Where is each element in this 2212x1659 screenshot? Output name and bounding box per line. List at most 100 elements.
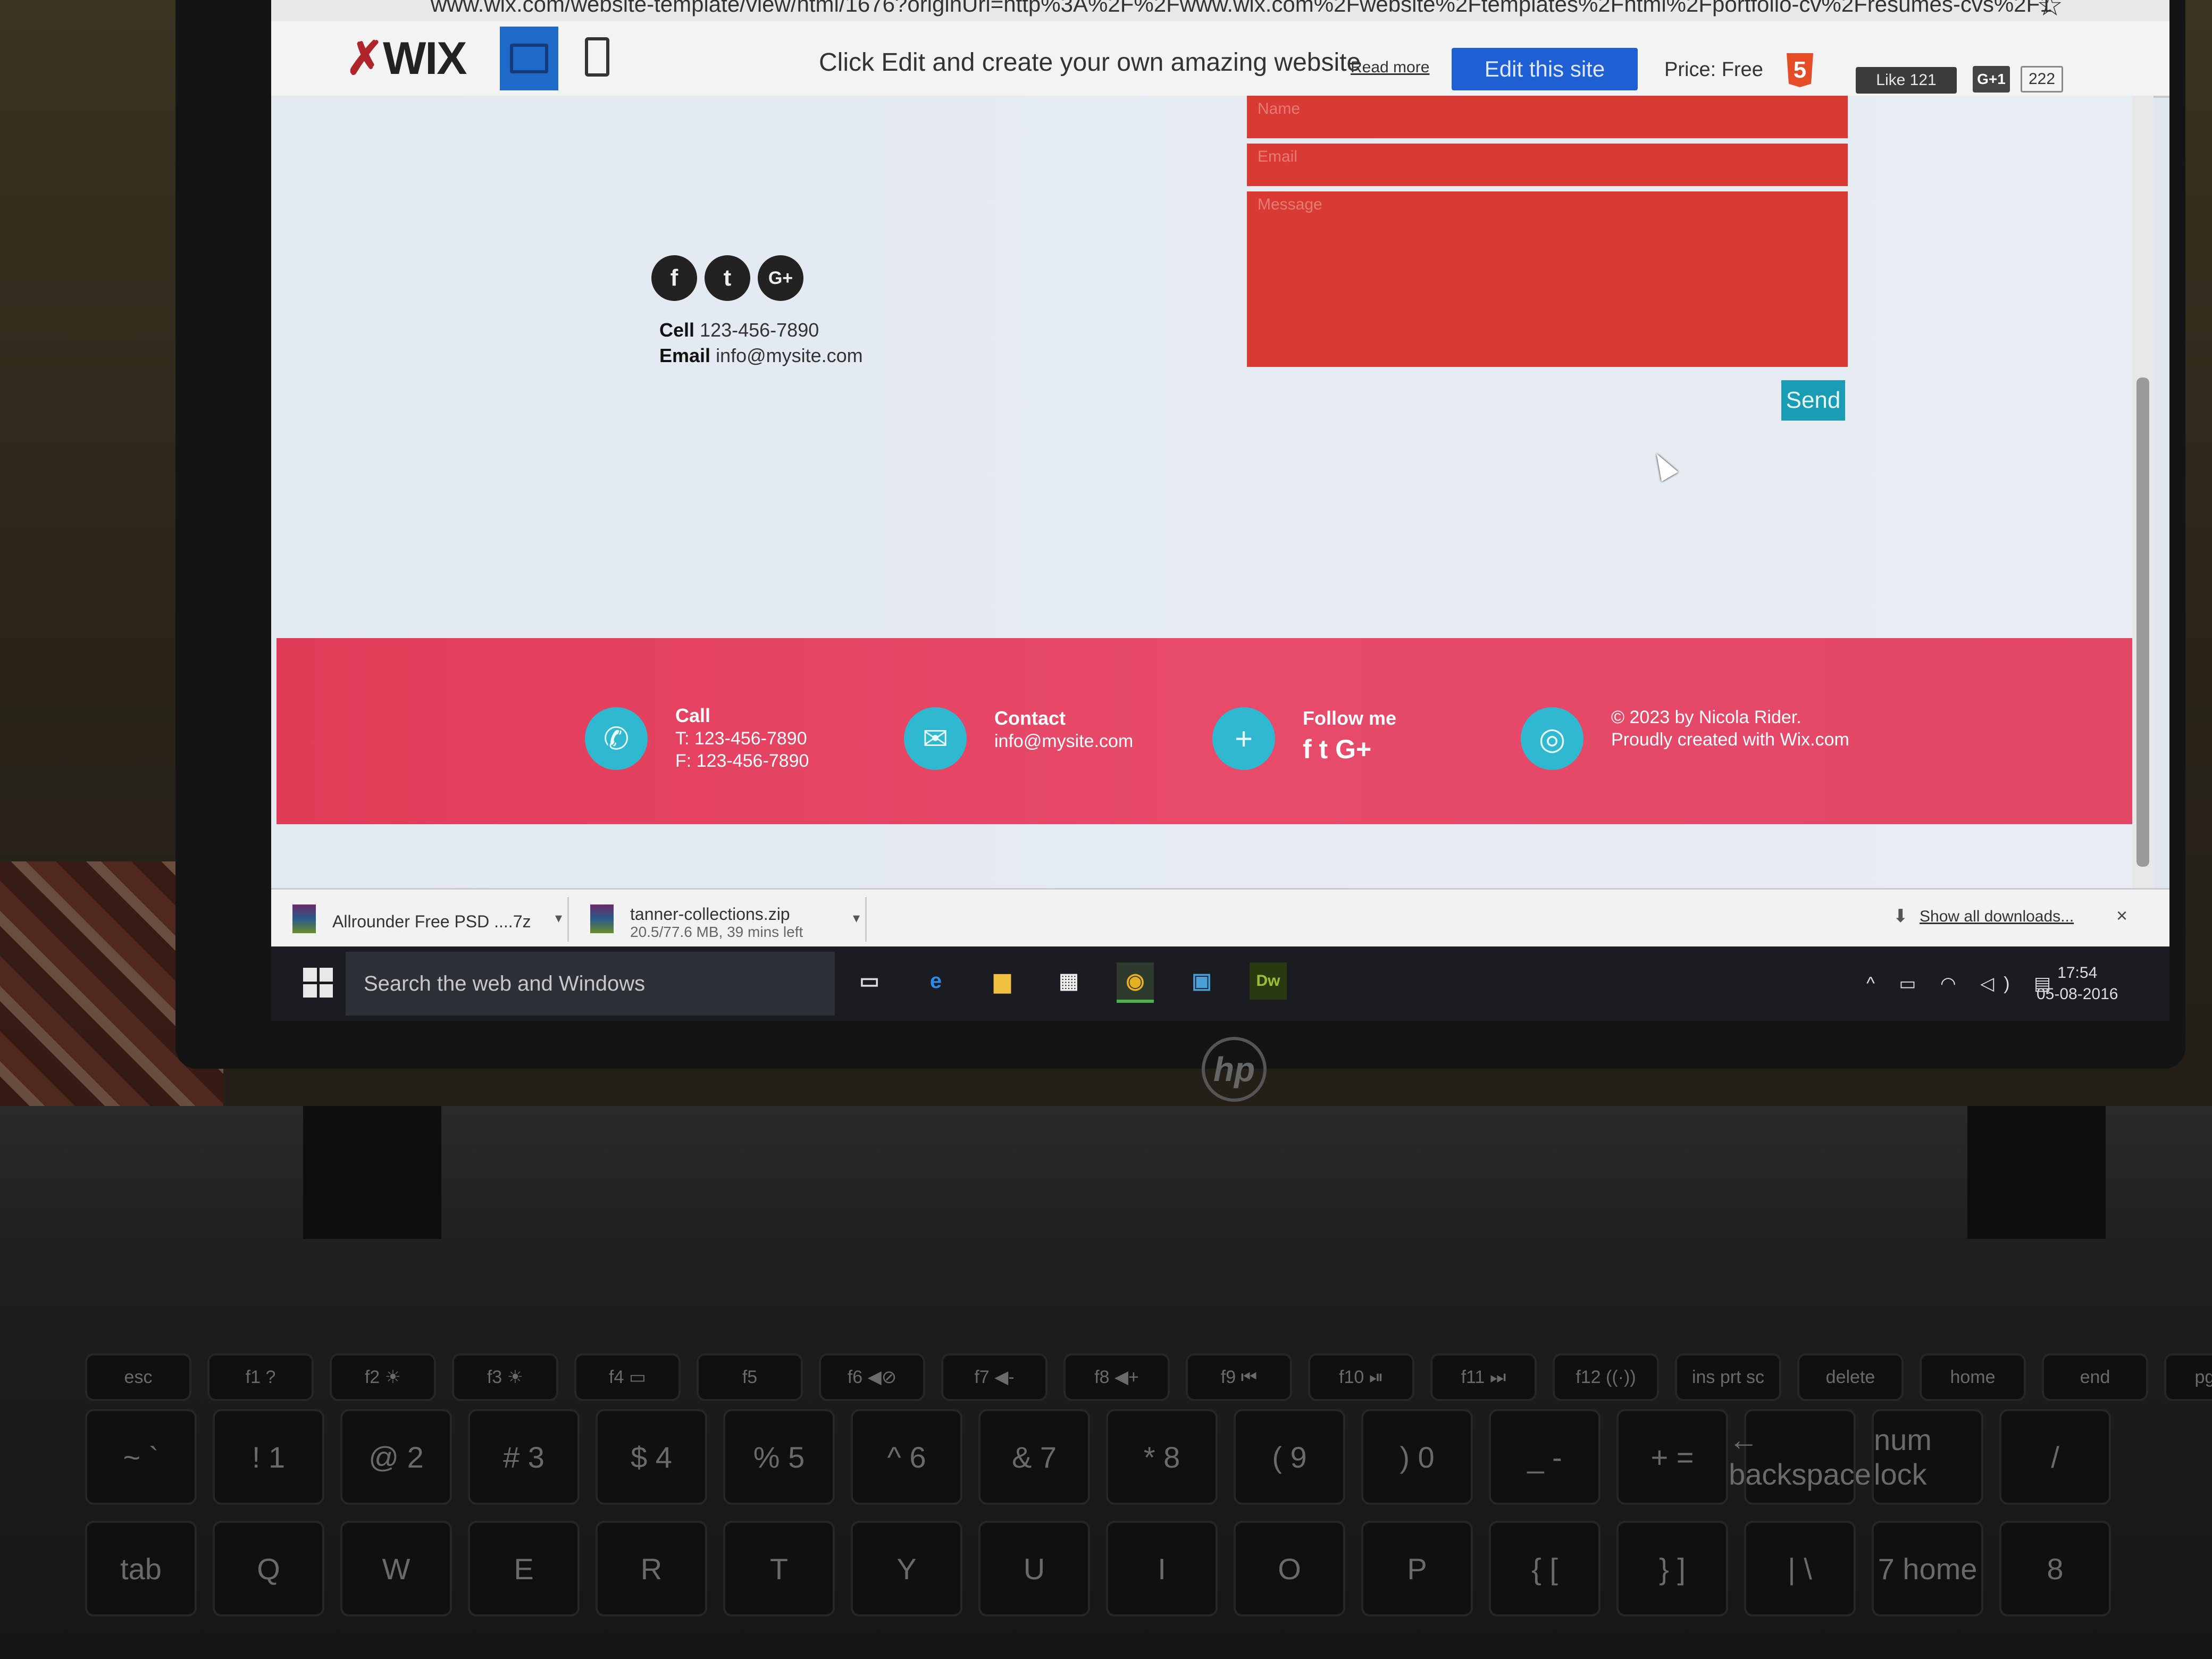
keyboard-key[interactable]: f12 ((·))	[1553, 1353, 1659, 1401]
contact-email[interactable]: info@mysite.com	[994, 731, 1133, 752]
keyboard-key[interactable]: { [	[1489, 1521, 1601, 1616]
chevron-down-icon[interactable]: ▾	[555, 910, 562, 926]
address-bar[interactable]: www.wix.com/website-template/view/html/1…	[271, 0, 2169, 21]
download-item[interactable]: Allrounder Free PSD ....7z ▾	[282, 897, 569, 942]
letter-key-row: tab Q W E R T Y U I O P{ [} ] | \ 7 home 8	[85, 1521, 2111, 1616]
keyboard-key[interactable]: num lock	[1872, 1409, 1983, 1505]
show-all-downloads-link[interactable]: Show all downloads...	[1920, 908, 2074, 926]
keyboard-key[interactable]: delete	[1797, 1353, 1904, 1401]
file-explorer-icon[interactable]: ▆	[984, 962, 1021, 1000]
facebook-icon[interactable]: f	[651, 255, 697, 301]
keyboard-key[interactable]: O	[1234, 1521, 1345, 1616]
keyboard-key[interactable]: f4 ▭	[574, 1353, 681, 1401]
keyboard-key[interactable]: ~ `	[85, 1409, 197, 1505]
keyboard-key[interactable]: W	[340, 1521, 452, 1616]
keyboard-key[interactable]: esc	[85, 1353, 191, 1401]
keyboard-key[interactable]: I	[1106, 1521, 1218, 1616]
contact-title: Contact	[994, 707, 1066, 729]
mobile-view-icon[interactable]	[585, 37, 609, 77]
keyboard-key[interactable]: f2 ☀	[330, 1353, 436, 1401]
keyboard-key[interactable]: tab	[85, 1521, 197, 1616]
phone-icon: ✆	[585, 707, 648, 770]
message-field[interactable]: Message	[1247, 191, 1848, 367]
download-item[interactable]: tanner-collections.zip 20.5/77.6 MB, 39 …	[580, 897, 867, 942]
dreamweaver-icon[interactable]: Dw	[1250, 962, 1287, 1000]
keyboard-key[interactable]: ( 9	[1234, 1409, 1345, 1505]
close-icon[interactable]: ×	[2116, 904, 2127, 927]
keyboard-key[interactable]: # 3	[468, 1409, 580, 1505]
keyboard-key[interactable]: f11 ⏭	[1430, 1353, 1537, 1401]
keyboard-key[interactable]: + =	[1616, 1409, 1728, 1505]
send-button[interactable]: Send	[1781, 380, 1845, 421]
keyboard-key[interactable]: | \	[1744, 1521, 1856, 1616]
keyboard-key[interactable]: f8 ◀+	[1063, 1353, 1170, 1401]
keyboard-key[interactable]: ← backspace	[1729, 1409, 1871, 1505]
windows-start-icon[interactable]	[303, 968, 333, 998]
keyboard-key[interactable]: f1 ?	[207, 1353, 314, 1401]
wix-message: Click Edit and create your own amazing w…	[819, 48, 1361, 77]
hp-logo: hp	[1202, 1037, 1267, 1102]
email-value[interactable]: info@mysite.com	[716, 345, 863, 366]
edit-site-button[interactable]: Edit this site	[1452, 48, 1638, 90]
keyboard-key[interactable]: end	[2042, 1353, 2148, 1401]
taskbar-clock[interactable]: 17:54 05-08-2016	[2037, 962, 2118, 1005]
keyboard-key[interactable]: % 5	[723, 1409, 835, 1505]
keyboard-key[interactable]: f3 ☀	[452, 1353, 558, 1401]
keyboard-key[interactable]: home	[1920, 1353, 2026, 1401]
keyboard-key[interactable]: ^ 6	[851, 1409, 962, 1505]
keyboard-key[interactable]: E	[468, 1521, 580, 1616]
twitter-icon[interactable]: t	[705, 255, 750, 301]
scrollbar-thumb[interactable]	[2136, 378, 2149, 867]
cell-line: Cell 123-456-7890	[659, 319, 819, 341]
keyboard-key[interactable]: @ 2	[340, 1409, 452, 1505]
keyboard-key[interactable]: f6 ◀⊘	[819, 1353, 925, 1401]
laptop-screen: www.wix.com/website-template/view/html/1…	[271, 0, 2169, 1021]
keyboard-key[interactable]: U	[978, 1521, 1090, 1616]
keyboard-key[interactable]: ) 0	[1361, 1409, 1473, 1505]
keyboard-key[interactable]: 8	[1999, 1521, 2111, 1616]
store-icon[interactable]: ▦	[1050, 962, 1087, 1000]
task-view-icon[interactable]: ▭	[851, 962, 888, 1000]
wix-logo[interactable]: ✗WIX	[346, 32, 467, 85]
keyboard-key[interactable]: ins prt sc	[1675, 1353, 1781, 1401]
edge-icon[interactable]: e	[917, 962, 954, 1000]
keyboard-key[interactable]: R	[596, 1521, 707, 1616]
google-plus-button[interactable]: G+1	[1973, 66, 2010, 93]
keyboard-key[interactable]: 7 home	[1872, 1521, 1983, 1616]
read-more-link[interactable]: Read more	[1351, 58, 1429, 77]
bookmark-star-icon[interactable]: ☆	[2037, 0, 2063, 20]
google-plus-icon[interactable]: G+	[758, 255, 803, 301]
url-text[interactable]: www.wix.com/website-template/view/html/1…	[431, 0, 2052, 15]
footer-social-icons[interactable]: f t G+	[1303, 734, 1371, 765]
keyboard-key[interactable]: pg up	[2164, 1353, 2212, 1401]
chrome-icon[interactable]: ◉	[1117, 962, 1154, 1003]
keyboard-key[interactable]: /	[1999, 1409, 2111, 1505]
keyboard-key[interactable]: f5	[697, 1353, 803, 1401]
keyboard-key[interactable]: ! 1	[213, 1409, 324, 1505]
name-field[interactable]: Name	[1247, 96, 1848, 138]
copyright-line2[interactable]: Proudly created with Wix.com	[1611, 730, 1849, 750]
keyboard-key[interactable]: $ 4	[596, 1409, 707, 1505]
page-scrollbar[interactable]	[2132, 96, 2154, 888]
facebook-like-button[interactable]: Like 121	[1856, 67, 1957, 94]
keyboard-key[interactable]: * 8	[1106, 1409, 1218, 1505]
desktop-view-button[interactable]	[500, 27, 558, 90]
keyboard-key[interactable]: f10 ⏯	[1308, 1353, 1414, 1401]
keyboard-key[interactable]: _ -	[1489, 1409, 1601, 1505]
chevron-down-icon[interactable]: ▾	[853, 910, 860, 926]
taskbar-search[interactable]: Search the web and Windows	[346, 952, 835, 1016]
keyboard-key[interactable]: & 7	[978, 1409, 1090, 1505]
keyboard-key[interactable]: T	[723, 1521, 835, 1616]
keyboard-key[interactable]: P	[1361, 1521, 1473, 1616]
wix-preview-bar: ✗WIX Click Edit and create your own amaz…	[271, 21, 2169, 98]
call-title: Call	[675, 705, 711, 726]
keyboard-key[interactable]: f9 ⏮	[1186, 1353, 1292, 1401]
keyboard-key[interactable]: } ]	[1616, 1521, 1728, 1616]
email-field[interactable]: Email	[1247, 144, 1848, 186]
keyboard-key[interactable]: Q	[213, 1521, 324, 1616]
keyboard-key[interactable]: Y	[851, 1521, 962, 1616]
message-placeholder: Message	[1258, 196, 1322, 213]
keyboard-key[interactable]: f7 ◀-	[941, 1353, 1048, 1401]
photos-icon[interactable]: ▣	[1183, 962, 1220, 1000]
system-tray-icons[interactable]: ^ ▭ ◠ ◁) ▤	[1866, 973, 2060, 994]
